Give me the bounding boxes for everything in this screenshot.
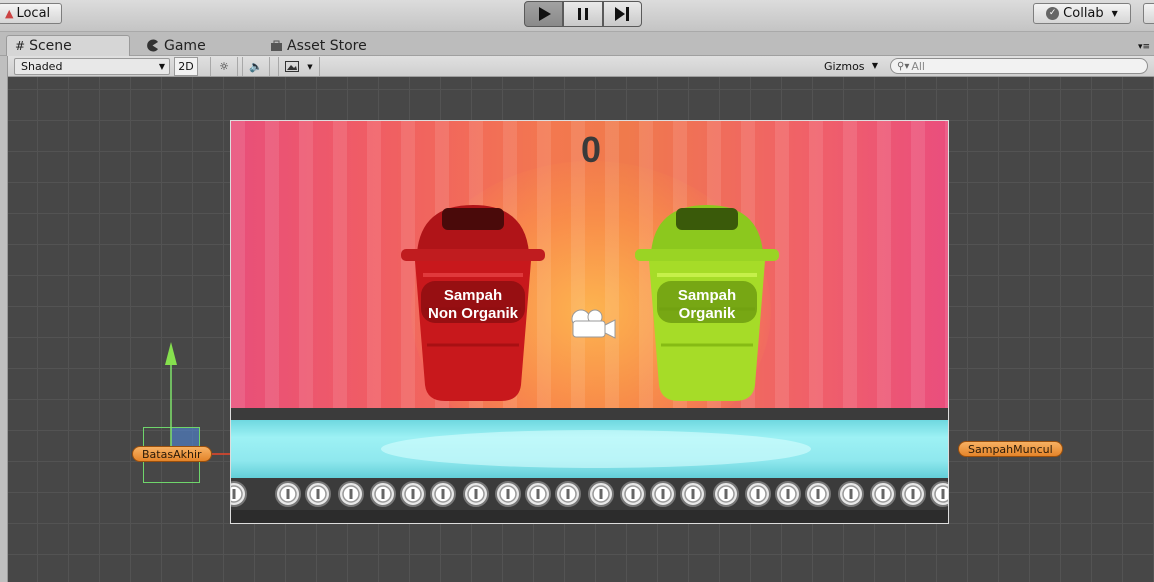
local-dropdown[interactable]: ▲ Local xyxy=(0,3,62,24)
effects-dropdown[interactable]: ▼ xyxy=(278,57,320,76)
tab-asset-store-label: Asset Store xyxy=(287,37,367,54)
conveyor-belt xyxy=(231,420,948,478)
lighting-toggle[interactable]: ☼ xyxy=(210,57,238,76)
tab-asset-store[interactable]: Asset Store xyxy=(262,35,375,56)
image-icon xyxy=(285,61,300,72)
collab-dropdown[interactable]: ✓ Collab ▼ xyxy=(1033,3,1131,24)
toggle-2d-label: 2D xyxy=(178,60,194,73)
bin-organik-line1: Sampah xyxy=(678,287,736,304)
shading-mode-label: Shaded xyxy=(21,60,63,73)
search-input[interactable]: ⚲▾ All xyxy=(890,58,1148,74)
search-icon: ⚲▾ xyxy=(897,60,910,72)
check-circle-icon: ✓ xyxy=(1046,7,1060,20)
playback-controls xyxy=(524,1,642,27)
play-button[interactable] xyxy=(524,1,564,27)
sun-icon: ☼ xyxy=(219,60,229,73)
bin-organik-line2: Organik xyxy=(679,305,736,322)
bin-non-organik-line2: Non Organik xyxy=(428,305,519,322)
search-placeholder: All xyxy=(911,59,925,73)
speaker-icon: 🔈 xyxy=(249,60,263,73)
bin-non-organik[interactable]: Sampah Non Organik xyxy=(397,205,549,409)
batas-akhir-label[interactable]: BatasAkhir xyxy=(132,446,212,462)
local-label: Local xyxy=(16,6,51,21)
play-icon xyxy=(538,7,551,21)
window-tabs: # Scene Game Asset Store ▾≡ xyxy=(0,32,1154,56)
score-text: 0 xyxy=(580,129,602,170)
left-panel-edge xyxy=(0,56,8,582)
game-camera-frame: 0 Sampah Non Organik Sampah Organik xyxy=(230,120,949,524)
main-toolbar: ▲ Local ✓ Collab ▼ xyxy=(0,0,1154,52)
panel-menu-icon[interactable]: ▾≡ xyxy=(1138,42,1150,52)
toggle-2d-button[interactable]: 2D xyxy=(174,57,198,76)
scene-toolbar: Shaded ▼ 2D ☼ 🔈 ▼ Gizmos ▼ ⚲▾ All xyxy=(8,56,1154,77)
gizmos-dropdown[interactable]: Gizmos ▼ xyxy=(818,58,882,75)
cloud-icon: ▲ xyxy=(5,7,14,20)
chevron-down-icon: ▼ xyxy=(871,61,878,70)
conveyor-base xyxy=(231,510,948,523)
pause-icon xyxy=(577,8,588,20)
tab-game-label: Game xyxy=(164,37,206,54)
grid-icon: # xyxy=(15,39,26,53)
bag-icon xyxy=(271,40,282,51)
tab-game[interactable]: Game xyxy=(138,35,214,56)
chevron-down-icon: ▼ xyxy=(1111,9,1118,18)
audio-toggle[interactable]: 🔈 xyxy=(242,57,270,76)
scene-viewport[interactable]: 0 Sampah Non Organik Sampah Organik Bata… xyxy=(8,77,1154,582)
camera-gizmo-icon[interactable] xyxy=(567,307,617,343)
collab-label: Collab xyxy=(1063,6,1104,21)
account-button[interactable] xyxy=(1143,3,1154,24)
step-icon xyxy=(615,7,630,21)
roller-wheels xyxy=(231,481,948,507)
batas-akhir-text: BatasAkhir xyxy=(142,447,202,461)
conveyor-top xyxy=(231,408,948,420)
pacman-icon xyxy=(147,39,158,52)
bin-non-organik-line1: Sampah xyxy=(444,287,502,304)
tab-scene-label: Scene xyxy=(29,38,72,54)
pause-button[interactable] xyxy=(563,1,603,27)
chevron-down-icon: ▼ xyxy=(158,62,165,71)
sampah-muncul-label[interactable]: SampahMuncul xyxy=(958,441,1063,457)
chevron-down-icon: ▼ xyxy=(307,62,313,71)
shading-mode-dropdown[interactable]: Shaded ▼ xyxy=(14,58,170,75)
conveyor-rollers xyxy=(231,478,948,510)
gizmos-label: Gizmos xyxy=(824,60,865,73)
y-axis-arrow-icon xyxy=(165,342,177,365)
tab-scene[interactable]: # Scene xyxy=(6,35,130,56)
step-button[interactable] xyxy=(602,1,642,27)
sampah-muncul-text: SampahMuncul xyxy=(968,442,1053,456)
bin-organik[interactable]: Sampah Organik xyxy=(631,205,783,409)
